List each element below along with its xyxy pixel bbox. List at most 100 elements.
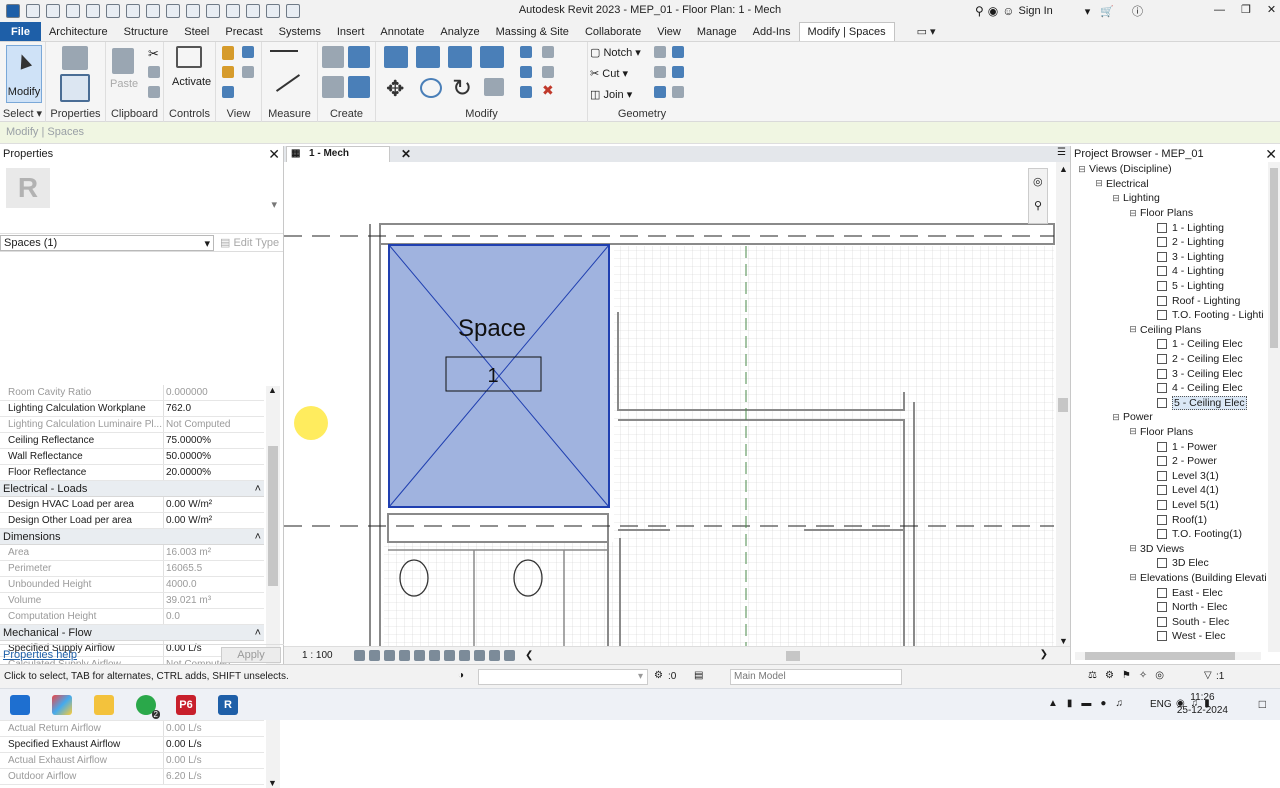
property-row[interactable]: Volume 39.021 m³ — [0, 593, 264, 609]
tree-node[interactable]: 2 - Lighting — [1073, 235, 1269, 250]
close-icon[interactable]: ✕ — [268, 147, 280, 161]
chevron-left-icon[interactable]: ❮ — [525, 650, 533, 661]
edit-type-button[interactable]: ▤ Edit Type — [214, 236, 279, 249]
tab-insert[interactable]: Insert — [329, 22, 373, 41]
mirror-axis-icon[interactable] — [448, 46, 472, 68]
sync-icon[interactable] — [86, 4, 100, 18]
clock[interactable]: 11:26 25-12-2024 — [1177, 691, 1228, 717]
section-icon[interactable] — [226, 4, 240, 18]
create-assembly-icon[interactable] — [322, 46, 344, 68]
pin-icon[interactable] — [520, 86, 532, 98]
trim-icon[interactable] — [484, 78, 504, 96]
tree-node[interactable]: 1 - Lighting — [1073, 220, 1269, 235]
redo-icon[interactable] — [126, 4, 140, 18]
editable-only-icon[interactable]: ⚙ — [654, 670, 663, 681]
collapse-icon[interactable]: ⊟ — [1128, 208, 1138, 219]
tab-structure[interactable]: Structure — [116, 22, 177, 41]
tab-file[interactable]: File — [0, 22, 41, 41]
copilot-icon[interactable] — [52, 695, 72, 715]
paint-icon[interactable] — [222, 66, 234, 78]
default-3d-view-icon[interactable] — [206, 4, 220, 18]
collapse-icon[interactable]: ˄ — [255, 483, 261, 495]
tree-node[interactable]: ⊟ Electrical — [1073, 177, 1269, 192]
property-row[interactable]: Unbounded Height 4000.0 — [0, 577, 264, 593]
tree-node[interactable]: North - Elec — [1073, 600, 1269, 615]
temporary-hide-icon[interactable] — [444, 650, 455, 661]
open-icon[interactable] — [46, 4, 60, 18]
property-value[interactable]: 50.0000% — [164, 449, 264, 464]
design-options-icon[interactable]: ▤ — [694, 670, 703, 681]
offset-icon[interactable] — [416, 46, 440, 68]
bulb-icon[interactable] — [222, 46, 234, 60]
restore-icon[interactable]: ❐ — [1241, 3, 1251, 16]
create-group-icon[interactable] — [322, 76, 344, 98]
crop-view-icon[interactable] — [414, 650, 425, 661]
zoom-icon[interactable]: ⚲ — [1034, 199, 1042, 212]
show-crop-icon[interactable] — [429, 650, 440, 661]
print-icon[interactable] — [146, 4, 160, 18]
property-row[interactable]: Actual Return Airflow 0.00 L/s — [0, 721, 264, 737]
system-tray-icons[interactable]: ▲▮▬●♫ — [1048, 698, 1132, 709]
tree-node[interactable]: 5 - Lighting — [1073, 279, 1269, 294]
wall-joins-icon[interactable] — [654, 46, 666, 58]
thin-lines-icon[interactable] — [246, 4, 260, 18]
browser-horizontal-scrollbar[interactable] — [1075, 652, 1261, 660]
chevron-down-icon[interactable]: ▼ — [268, 778, 277, 788]
chevron-down-icon[interactable]: ▾ — [1085, 5, 1091, 18]
workset-dropdown[interactable]: ▾ — [478, 669, 648, 685]
chevron-right-icon[interactable]: ❯ — [1040, 649, 1048, 660]
measure-icon[interactable] — [270, 50, 298, 52]
property-row[interactable]: Design Other Load per area 0.00 W/m² — [0, 513, 264, 529]
save-icon[interactable] — [66, 4, 80, 18]
tab-manage[interactable]: Manage — [689, 22, 745, 41]
collapse-icon[interactable]: ⊟ — [1111, 193, 1121, 204]
close-icon[interactable]: ✕ — [1265, 147, 1277, 161]
space-tag-number[interactable]: 1 — [487, 365, 498, 387]
file-explorer-icon[interactable] — [94, 695, 114, 715]
property-row[interactable]: Area 16.003 m² — [0, 545, 264, 561]
detail-level-icon[interactable] — [354, 650, 365, 661]
selection-settings-icons[interactable]: ⚖⚙⚑✧◎ — [1088, 670, 1172, 681]
tab-1-mech[interactable]: ▦ 1 - Mech ✕ — [286, 146, 411, 162]
tree-node[interactable]: T.O. Footing - Lighti — [1073, 308, 1269, 323]
properties-scrollbar[interactable]: ▲ ▼ — [266, 385, 280, 788]
dimension-icon[interactable] — [275, 74, 301, 92]
collapse-icon[interactable]: ⊟ — [1128, 324, 1138, 335]
tree-node[interactable]: 3 - Ceiling Elec — [1073, 366, 1269, 381]
graphics-icon[interactable] — [242, 46, 254, 58]
scroll-thumb[interactable] — [268, 446, 278, 586]
property-row[interactable]: Specified Exhaust Airflow 0.00 L/s — [0, 737, 264, 753]
tree-node[interactable]: 3 - Lighting — [1073, 250, 1269, 265]
close-tab-icon[interactable]: ✕ — [401, 147, 411, 161]
switch-windows-icon[interactable] — [286, 4, 300, 18]
view-scale[interactable]: 1 : 100 — [284, 650, 354, 661]
cart-icon[interactable]: 🛒 — [1100, 5, 1114, 18]
collapse-icon[interactable]: ˄ — [255, 531, 261, 543]
tab-add-ins[interactable]: Add-Ins — [745, 22, 799, 41]
visual-style-icon[interactable] — [369, 650, 380, 661]
tree-node[interactable]: Level 3(1) — [1073, 468, 1269, 483]
property-value[interactable]: 762.0 — [164, 401, 264, 416]
property-row[interactable]: Lighting Calculation Workplane 762.0 — [0, 401, 264, 417]
sign-in-link[interactable]: Sign In — [1019, 5, 1053, 17]
property-row[interactable]: Computation Height 0.0 — [0, 609, 264, 625]
delete-icon[interactable]: ✖ — [542, 82, 554, 99]
paste-icon[interactable] — [112, 48, 134, 74]
tab-architecture[interactable]: Architecture — [41, 22, 116, 41]
tree-node[interactable]: ⊟ 3D Views — [1073, 541, 1269, 556]
tree-node[interactable]: ⊟ Floor Plans — [1073, 425, 1269, 440]
tree-node[interactable]: 5 - Ceiling Elec — [1073, 395, 1269, 411]
align-icon[interactable] — [384, 46, 408, 68]
help-icon[interactable]: ⓘ — [1132, 3, 1143, 19]
split-face-icon[interactable] — [654, 66, 666, 78]
primavera-p6-icon[interactable]: P6 — [176, 695, 196, 715]
shadows-icon[interactable] — [399, 650, 410, 661]
reveal-hidden-icon[interactable] — [459, 650, 470, 661]
demolish-icon[interactable] — [654, 86, 666, 98]
lock-3d-icon[interactable] — [474, 650, 485, 661]
tree-node[interactable]: ⊟ Ceiling Plans — [1073, 323, 1269, 338]
chevron-down-icon[interactable]: ▼ — [1059, 636, 1068, 646]
property-group-header[interactable]: Dimensions ˄ — [0, 529, 264, 545]
cut-button[interactable]: ✂ Cut ▾ — [590, 67, 628, 80]
mirror-draw-icon[interactable] — [480, 46, 504, 68]
